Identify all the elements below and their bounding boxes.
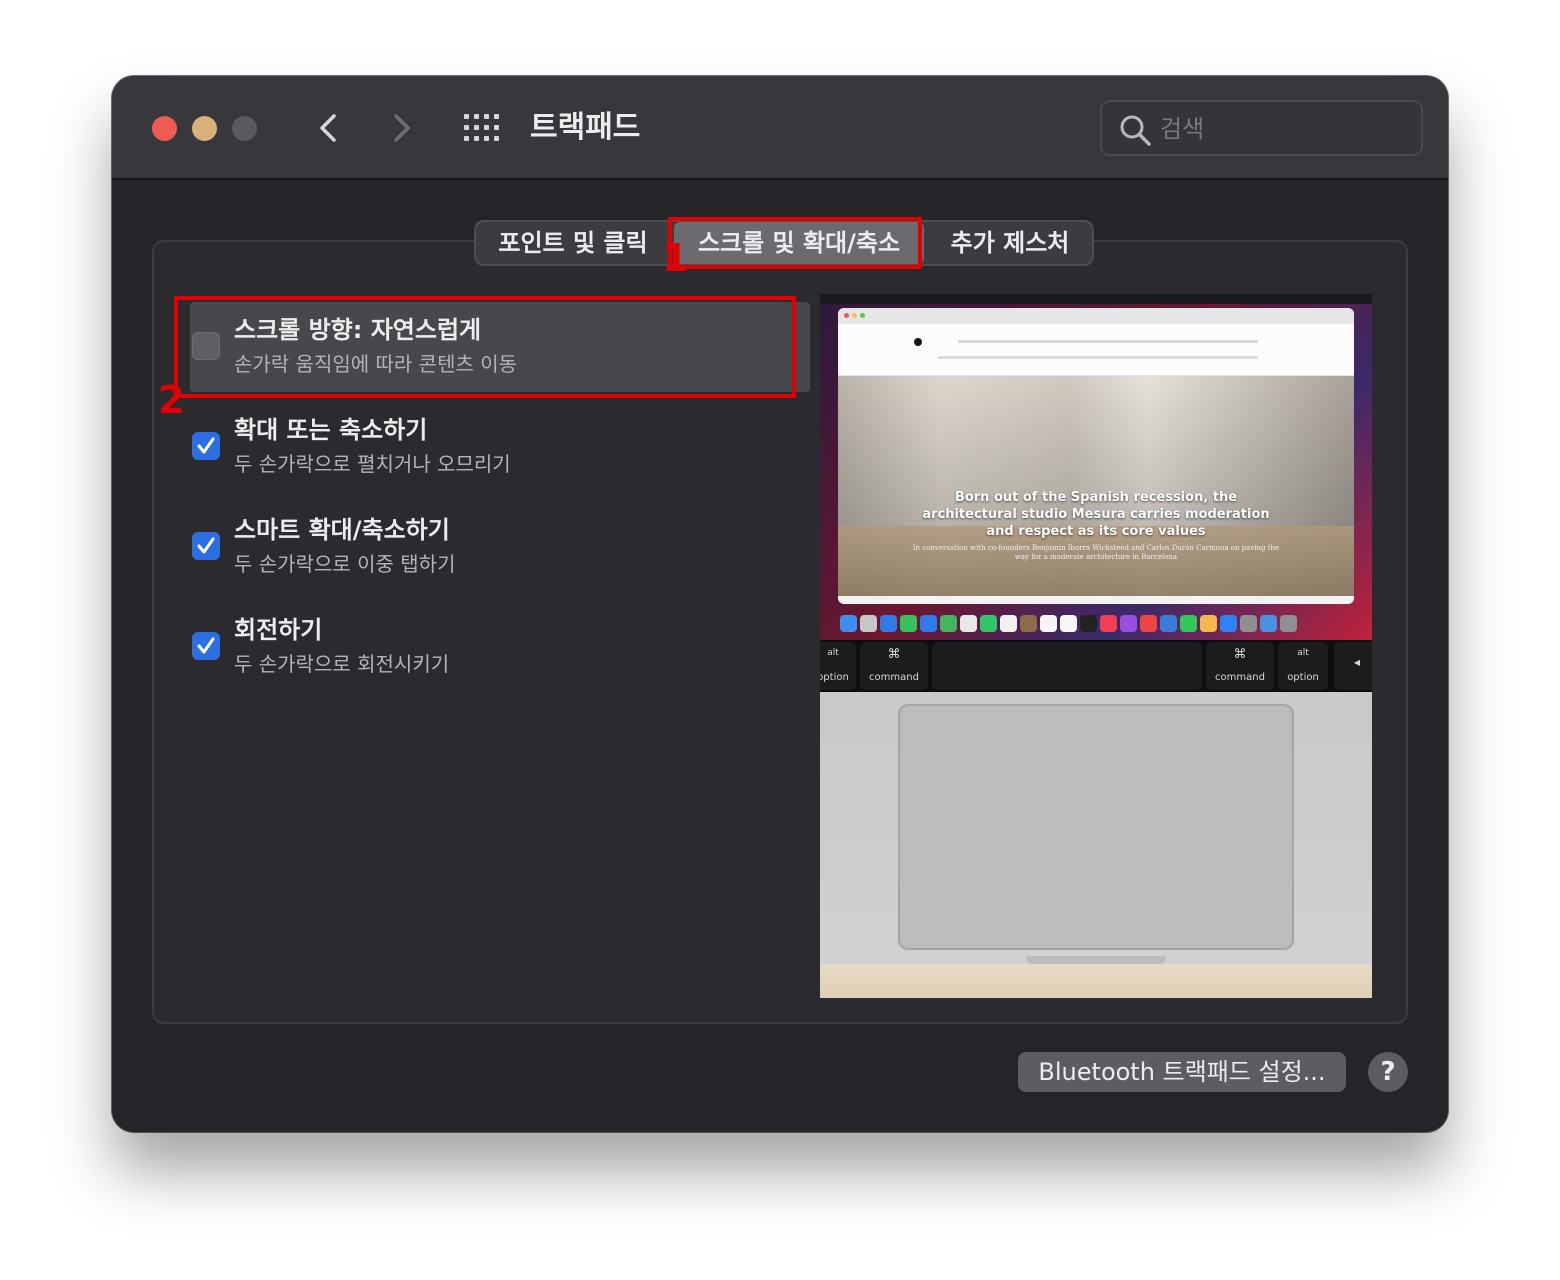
preview-trackpad [898,704,1294,950]
key-left-option: alt option [820,642,856,690]
title-bar: 트랙패드 [112,76,1448,180]
tab-more-gestures[interactable]: 추가 제스처 [928,222,1092,264]
annotation-marker-1: 1 [662,236,689,280]
show-all-grid-icon[interactable] [464,114,500,142]
hero-headline-line-1: Born out of the Spanish recession, the [954,490,1238,505]
close-button[interactable] [152,116,177,141]
option-title: 스마트 확대/축소하기 [234,516,450,544]
zoom-button[interactable] [232,116,257,141]
key-right-command: ⌘ command [1206,642,1274,690]
back-button[interactable] [308,106,348,150]
key-left-arrow: ◀ [1334,642,1372,690]
checkmark-icon [197,537,215,554]
chevron-right-icon [394,114,410,142]
option-description: 두 손가락으로 회전시키기 [234,652,450,676]
preview-dock [840,612,1352,634]
checkmark-icon [197,637,215,654]
help-button[interactable]: ? [1368,1052,1408,1092]
preview-browser-window: Born out of the Spanish recession, the a… [838,308,1354,604]
rotate-checkbox[interactable] [192,632,220,660]
search-field[interactable] [1100,100,1423,156]
preview-laptop-deck [820,692,1372,998]
window-title: 트랙패드 [530,110,641,145]
annotation-marker-2: 2 [158,378,185,422]
browser-toolbar [838,308,1354,324]
chevron-left-icon [320,114,336,142]
hero-headline-line-2: architectural studio Mesura carries mode… [922,507,1270,522]
minimize-button[interactable] [192,116,217,141]
search-icon [1120,115,1151,146]
hero-subtext: In conversation with co-founders Benjami… [912,544,1280,561]
smart-zoom-checkbox[interactable] [192,532,220,560]
key-left-command: ⌘ command [860,642,928,690]
zoom-in-out-checkbox[interactable] [192,432,220,460]
option-description: 두 손가락으로 펼치거나 오므리기 [234,452,511,476]
option-title: 회전하기 [234,616,323,644]
tab-point-and-click[interactable]: 포인트 및 클릭 [476,222,670,264]
checkmark-icon [197,437,215,454]
article-hero-photo: Born out of the Spanish recession, the a… [838,376,1354,596]
gesture-preview-video: Born out of the Spanish recession, the a… [820,294,1372,998]
system-preferences-window: 트랙패드 포인트 및 클릭 스크롤 및 확대/축소 추가 제스처 1 스크롤 방… [112,76,1448,1132]
highlight-box-2 [174,296,796,398]
website-header [838,324,1354,376]
preview-menubar [820,294,1372,304]
option-zoom-in-out[interactable]: 확대 또는 축소하기 두 손가락으로 펼치거나 오므리기 [190,402,810,492]
option-description: 두 손가락으로 이중 탭하기 [234,552,456,576]
hero-headline-line-3: and respect as its core values [986,524,1206,539]
option-smart-zoom[interactable]: 스마트 확대/축소하기 두 손가락으로 이중 탭하기 [190,502,810,592]
highlight-box-1 [668,217,922,269]
preview-keyboard: alt option ⌘ command ⌘ command alt optio… [820,640,1372,692]
bluetooth-trackpad-setup-button[interactable]: Bluetooth 트랙패드 설정... [1018,1052,1346,1092]
option-title: 확대 또는 축소하기 [234,416,428,444]
forward-button[interactable] [382,106,422,150]
key-spacebar [932,642,1202,690]
key-right-option: alt option [1278,642,1328,690]
option-rotate[interactable]: 회전하기 두 손가락으로 회전시키기 [190,602,810,692]
search-input[interactable] [1160,110,1410,148]
preview-screen: Born out of the Spanish recession, the a… [820,294,1372,640]
